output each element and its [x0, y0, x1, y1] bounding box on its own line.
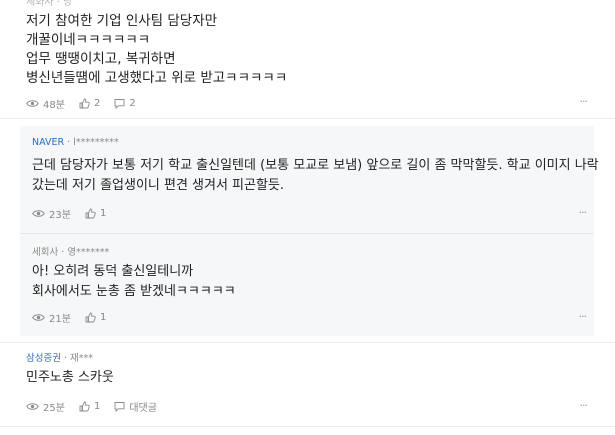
more-options-button[interactable]: ··· [580, 399, 588, 412]
reply-line: 갔는데 저기 졸업생이니 편견 생겨서 피곤할듯. [32, 177, 285, 193]
post-body: 저기 참여한 기업 인사팀 담당자만 개꿀이네ㅋㅋㅋㅋㅋㅋ 업무 땡땡이치고, … [26, 12, 287, 88]
reply-label: 대댓글 [129, 403, 157, 414]
time-label: 21분 [49, 314, 71, 325]
like-button[interactable]: 1 [85, 312, 106, 323]
time-label: 25분 [43, 403, 65, 414]
thumbs-up-icon [85, 208, 96, 219]
post-meta: 세화사 · 당 [26, 0, 73, 8]
reply-thread: NAVER · l********* 근데 담당자가 보통 저기 학교 출신일텐… [20, 126, 599, 336]
more-options-button[interactable]: ··· [579, 206, 587, 219]
thumbs-up-icon [79, 401, 90, 412]
post-actions: 48분 2 2 [26, 96, 150, 111]
thumbs-up-icon [79, 98, 90, 109]
time-label: 23분 [49, 210, 71, 221]
username: 영******* [67, 247, 110, 258]
post-line: 저기 참여한 기업 인사팀 담당자만 [26, 13, 218, 29]
comment-icon [114, 402, 125, 412]
reply-meta: 세회사 · 영******* [32, 244, 109, 258]
reply-line: 근데 담당자가 보통 저기 학교 출신일텐데 (보통 모교로 보냄) 앞으로 길… [32, 158, 599, 173]
like-count: 1 [99, 312, 107, 323]
eye-icon [32, 314, 45, 321]
eye-icon [26, 403, 39, 410]
view-count: 48분 [26, 96, 65, 111]
reply-actions: 23분 1 [32, 206, 120, 221]
comment-text: 민주노총 스카웃 [26, 370, 114, 385]
more-options-button[interactable]: ··· [580, 95, 588, 108]
like-count: 2 [93, 98, 101, 109]
post-line: 업무 땡땡이치고, 복귀하면 [26, 51, 176, 67]
like-count: 1 [93, 401, 101, 412]
post-line: 개꿀이네ㅋㅋㅋㅋㅋㅋ [26, 32, 151, 48]
view-count: 21분 [32, 310, 71, 325]
source-label: 삼성증권 [26, 353, 61, 364]
reply-meta: NAVER · l********* [32, 137, 119, 148]
divider [0, 342, 615, 343]
divider [0, 426, 615, 427]
username: l********* [73, 137, 119, 148]
more-options-button[interactable]: ··· [579, 310, 587, 323]
eye-icon [32, 210, 45, 217]
reply-button[interactable]: 대댓글 [114, 399, 157, 414]
comment-actions: 25분 1 대댓글 [26, 399, 171, 414]
reply-line: 회사에서도 눈총 좀 받겠네ㅋㅋㅋㅋㅋ [32, 283, 236, 299]
view-count: 23분 [32, 206, 71, 221]
like-count: 1 [99, 208, 107, 219]
reply-text: 아! 오히려 동덕 출신일테니까 회사에서도 눈총 좀 받겠네ㅋㅋㅋㅋㅋ [32, 262, 236, 301]
thumbs-up-icon [85, 312, 96, 323]
divider [20, 233, 594, 234]
divider [0, 118, 615, 119]
source-label: NAVER [32, 137, 65, 148]
like-button[interactable]: 1 [85, 208, 106, 219]
reply-text: 근데 담당자가 보통 저기 학교 출신일텐데 (보통 모교로 보냄) 앞으로 길… [32, 156, 599, 195]
reply-actions: 21분 1 [32, 310, 120, 325]
reply-line: 아! 오히려 동덕 출신일테니까 [32, 264, 194, 279]
like-button[interactable]: 1 [79, 401, 100, 412]
view-count: 25분 [26, 399, 65, 414]
comment-icon [114, 99, 125, 109]
username: 재*** [70, 353, 94, 364]
like-button[interactable]: 2 [79, 98, 100, 109]
time-label: 48분 [43, 100, 65, 111]
comment-count: 2 [129, 98, 136, 109]
comment-meta: 삼성증권 · 재*** [26, 350, 93, 364]
eye-icon [26, 100, 39, 107]
post-line: 병신년들떔에 고생했다고 위로 받고ㅋㅋㅋㅋㅋ [26, 70, 288, 86]
source-label: 세회사 [32, 247, 59, 258]
comment-button[interactable]: 2 [114, 98, 136, 109]
